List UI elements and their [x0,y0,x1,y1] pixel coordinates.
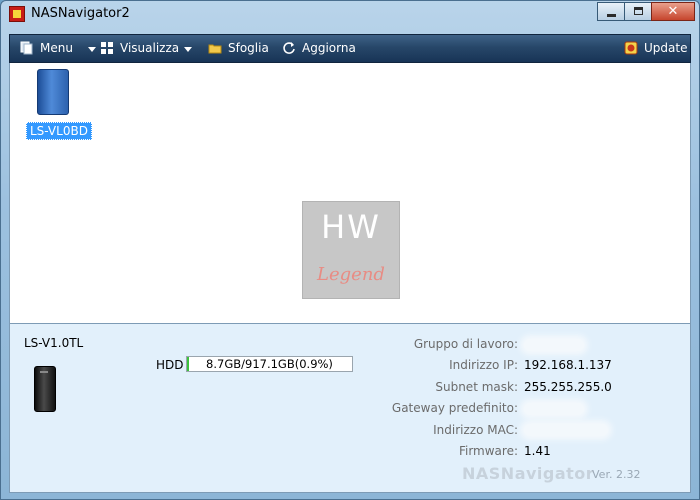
info-label: Subnet mask: [435,379,518,394]
device-name: LS-V1.0TL [24,336,84,350]
menu-label: Menu [40,41,73,55]
watermark-legend: Legend [317,264,385,285]
info-value: 192.168.1.137 [524,358,612,373]
hdd-usage-text: 8.7GB/917.1GB(0.9%) [206,357,333,371]
info-label: Firmware: [458,443,518,458]
device-label[interactable]: LS-VL0BD [26,122,92,140]
hwlegend-watermark: HW Legend [302,201,400,299]
device-info: Gruppo di lavoro: Indirizzo IP: 192.168.… [370,334,690,462]
minimize-button[interactable] [597,2,625,21]
update-button[interactable]: Update [624,35,688,62]
maximize-button[interactable] [624,2,652,21]
folder-icon [208,44,222,54]
minimize-icon [607,14,616,17]
title-bar[interactable]: NASNavigator2 ✕ [1,1,699,27]
info-value: 1.41 [524,443,551,458]
chevron-down-icon [88,47,96,52]
hdd-usage-bar: 8.7GB/917.1GB(0.9%) [186,356,353,372]
info-row-gateway: Gateway predefinito: [370,398,690,419]
maximize-icon [634,7,643,15]
device-details-panel: LS-V1.0TL HDD 8.7GB/917.1GB(0.9%) Gruppo… [9,323,691,493]
app-icon[interactable] [9,6,25,22]
info-row-subnet: Subnet mask: 255.255.255.0 [370,377,690,398]
update-icon [624,41,638,55]
menu-icon [20,41,33,55]
nas-device-icon[interactable] [37,69,69,115]
view-button[interactable]: Visualizza [100,35,196,62]
info-label: Indirizzo MAC: [433,422,518,437]
info-label: Indirizzo IP: [449,358,518,373]
close-button[interactable]: ✕ [651,2,695,21]
view-icon [101,42,113,54]
info-value-redacted [524,420,608,441]
caption-buttons: ✕ [597,2,695,22]
info-row-ip: Indirizzo IP: 192.168.1.137 [370,355,690,376]
refresh-icon [283,42,295,54]
device-list: LS-VL0BD HW Legend [9,63,691,323]
window-title: NASNavigator2 [31,6,130,21]
info-row-firmware: Firmware: 1.41 [370,441,690,462]
brand-logo: NASNavigator [462,464,595,483]
menu-button[interactable]: Menu [20,35,100,62]
toolbar: Menu Visualizza Sfoglia Aggiorna Update [9,34,691,63]
info-row-mac: Indirizzo MAC: [370,420,690,441]
nas-device-icon [34,366,56,412]
refresh-label: Aggiorna [302,41,356,55]
info-label: Gruppo di lavoro: [413,337,518,351]
version-text: Ver. 2.32 [592,468,641,481]
info-row-workgroup: Gruppo di lavoro: [370,334,690,355]
hdd-label: HDD [156,358,184,372]
view-label: Visualizza [120,41,180,55]
watermark-hw: HW [321,208,381,246]
info-label: Gateway predefinito: [391,401,518,416]
update-label: Update [644,41,688,55]
browse-label: Sfoglia [228,41,269,55]
info-value-redacted [524,398,584,419]
browse-button[interactable]: Sfoglia [208,35,272,62]
refresh-button[interactable]: Aggiorna [282,35,358,62]
chevron-down-icon [184,47,192,52]
info-value-redacted [524,334,584,355]
close-icon: ✕ [667,4,679,19]
info-value: 255.255.255.0 [524,379,612,394]
nasnavigator-window: NASNavigator2 ✕ Menu Visualizza Sfoglia … [0,0,700,500]
